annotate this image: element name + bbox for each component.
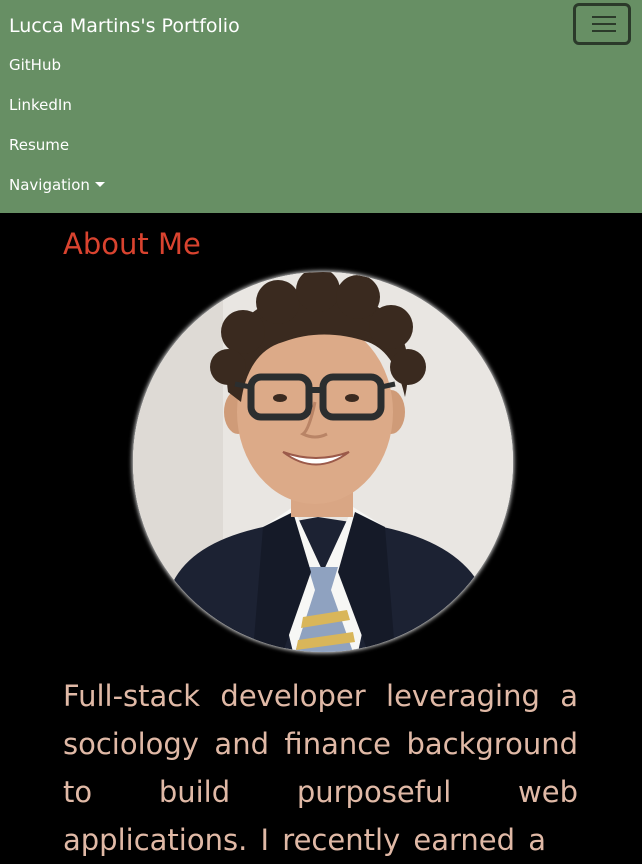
nav-dropdown-navigation[interactable]: Navigation <box>9 175 105 195</box>
top-navbar: Lucca Martins's Portfolio GitHub LinkedI… <box>0 0 642 213</box>
hamburger-menu-icon <box>592 16 616 33</box>
nav-link-linkedin[interactable]: LinkedIn <box>9 95 72 115</box>
nav-dropdown-label: Navigation <box>9 176 90 194</box>
about-heading: About Me <box>63 227 201 261</box>
brand-link[interactable]: Lucca Martins's Portfolio <box>9 13 240 39</box>
profile-photo <box>133 272 513 652</box>
caret-down-icon <box>94 182 105 187</box>
nav-link-resume[interactable]: Resume <box>9 135 69 155</box>
navbar-toggle-button[interactable] <box>573 3 631 45</box>
about-intro-text: Full-stack developer leveraging a sociol… <box>63 679 578 857</box>
nav-link-github[interactable]: GitHub <box>9 55 61 75</box>
